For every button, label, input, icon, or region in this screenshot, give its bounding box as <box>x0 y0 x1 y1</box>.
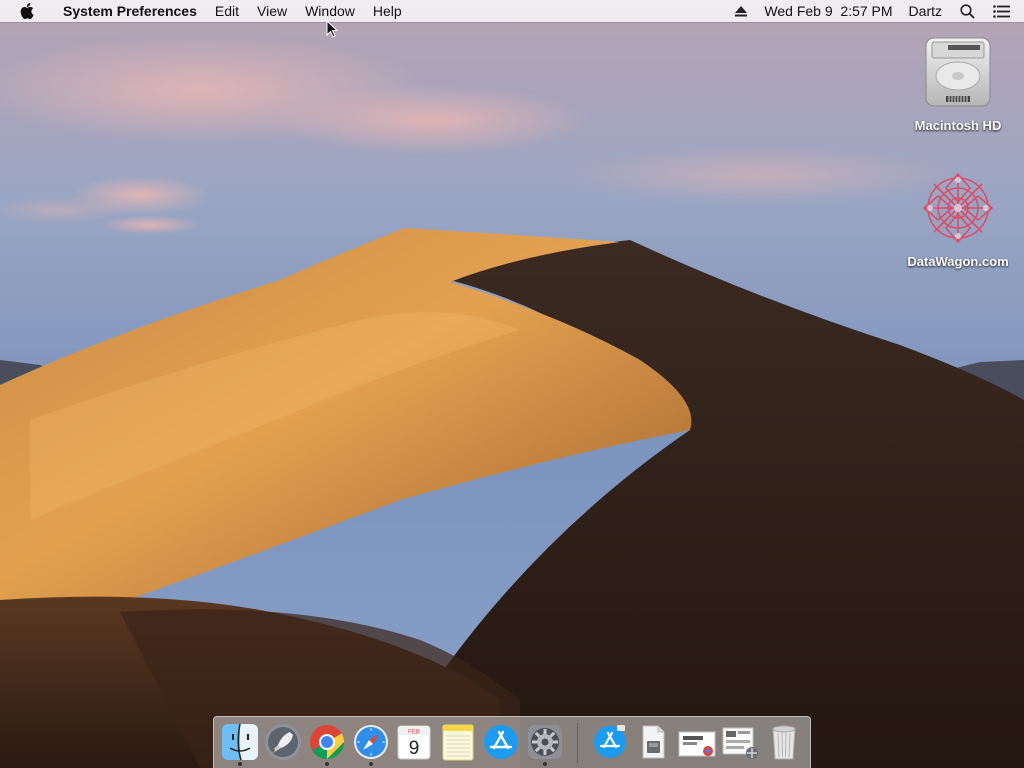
running-indicator <box>237 761 242 766</box>
desktop-icon-label: DataWagon.com <box>907 254 1009 269</box>
dock-item-chrome[interactable] <box>305 719 349 767</box>
chrome-icon <box>310 724 345 759</box>
running-indicator <box>325 761 330 766</box>
trash-icon <box>772 725 796 759</box>
network-volume-icon <box>918 168 998 248</box>
spotlight-search-icon[interactable] <box>958 2 976 20</box>
calendar-day: 9 <box>409 738 420 759</box>
dock-item-safari[interactable] <box>349 719 393 767</box>
dock-item-screenshot[interactable] <box>675 719 719 767</box>
dock-item-finder[interactable] <box>218 719 262 767</box>
desktop-wallpaper <box>0 0 1024 768</box>
app-menu-system-preferences[interactable]: System Preferences <box>54 0 206 22</box>
desktop-icon-label: Macintosh HD <box>914 118 1002 133</box>
menu-window[interactable]: Window <box>296 0 364 22</box>
menu-clock[interactable]: Wed Feb 9 2:57 PM <box>764 0 892 22</box>
finder-icon <box>221 723 258 760</box>
launchpad-icon <box>265 723 302 760</box>
dock-item-downloads[interactable] <box>719 719 763 767</box>
menu-bar: System Preferences Edit View Window Help… <box>0 0 1024 22</box>
dock-item-applications[interactable] <box>588 719 632 767</box>
downloads-stack-icon <box>722 727 759 759</box>
desktop-icon-macintosh-hd[interactable]: Macintosh HD <box>903 32 1013 133</box>
dock-separator <box>576 722 578 763</box>
notes-icon <box>442 724 474 760</box>
dock-item-documents[interactable] <box>631 719 675 767</box>
menu-edit[interactable]: Edit <box>206 0 248 22</box>
dock-item-calendar[interactable]: FEB 9 <box>392 719 436 767</box>
app-store-icon <box>484 724 519 759</box>
screenshot-stack-icon <box>678 731 716 756</box>
notification-center-icon[interactable] <box>992 2 1010 20</box>
safari-icon <box>353 724 388 759</box>
running-indicator <box>368 761 373 766</box>
menu-help[interactable]: Help <box>364 0 411 22</box>
menu-bar-extras: Wed Feb 9 2:57 PM Dartz <box>726 0 1024 22</box>
eject-icon[interactable] <box>734 4 748 18</box>
documents-stack-icon <box>642 725 665 758</box>
desktop-icon-datawagon[interactable]: DataWagon.com <box>903 168 1013 269</box>
system-preferences-icon <box>528 724 563 759</box>
mouse-cursor-icon <box>326 19 339 43</box>
dock: FEB 9 <box>213 716 811 768</box>
dock-item-launchpad[interactable] <box>262 719 306 767</box>
running-indicator <box>543 761 548 766</box>
dock-item-app-store[interactable] <box>480 719 524 767</box>
apple-menu-icon[interactable] <box>16 0 38 22</box>
dock-item-notes[interactable] <box>436 719 480 767</box>
menu-user-name[interactable]: Dartz <box>909 0 942 22</box>
calendar-icon: FEB 9 <box>397 725 431 759</box>
calendar-month: FEB <box>408 729 420 735</box>
dock-item-system-preferences[interactable] <box>523 719 567 767</box>
menu-view[interactable]: View <box>248 0 296 22</box>
hard-drive-icon <box>918 32 998 112</box>
applications-stack-icon <box>593 724 626 758</box>
dock-item-trash[interactable] <box>762 719 806 767</box>
